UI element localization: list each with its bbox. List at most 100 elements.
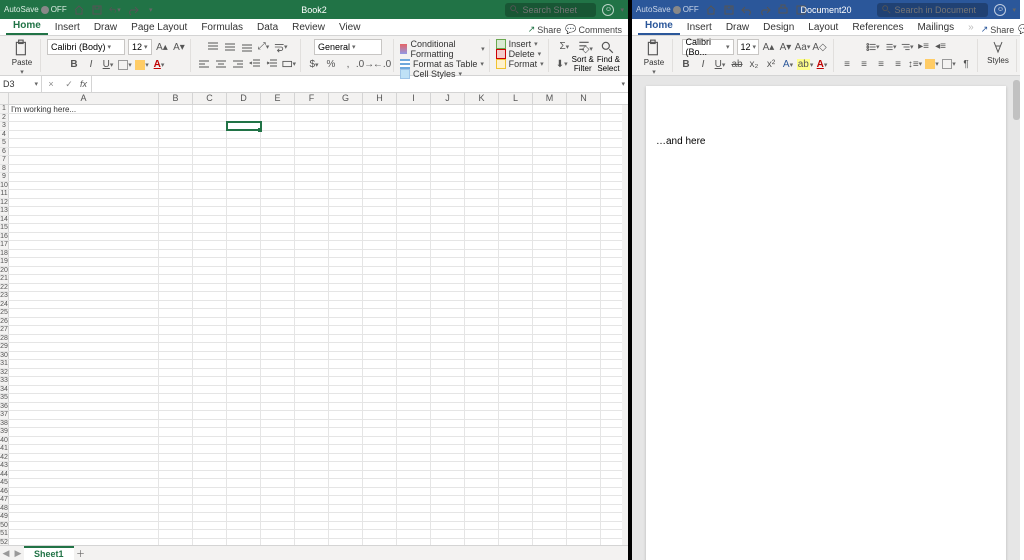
cell-G39[interactable] — [329, 428, 363, 436]
cell-L43[interactable] — [499, 462, 533, 470]
cell-D13[interactable] — [227, 207, 261, 215]
cell-H15[interactable] — [363, 224, 397, 232]
cell-K35[interactable] — [465, 394, 499, 402]
row-header[interactable]: 25 — [0, 309, 9, 317]
cell-A16[interactable] — [9, 233, 159, 241]
cell-D24[interactable] — [227, 301, 261, 309]
cell-N12[interactable] — [567, 199, 601, 207]
cell-A48[interactable] — [9, 505, 159, 513]
cell-N30[interactable] — [567, 352, 601, 360]
cell-B17[interactable] — [159, 241, 193, 249]
cell-C45[interactable] — [193, 479, 227, 487]
cell-I17[interactable] — [397, 241, 431, 249]
cell-E7[interactable] — [261, 156, 295, 164]
cell-G7[interactable] — [329, 156, 363, 164]
cell-M7[interactable] — [533, 156, 567, 164]
cell-F51[interactable] — [295, 530, 329, 538]
cell-D43[interactable] — [227, 462, 261, 470]
cell-B37[interactable] — [159, 411, 193, 419]
cell-N49[interactable] — [567, 513, 601, 521]
cell-G36[interactable] — [329, 403, 363, 411]
cell-G29[interactable] — [329, 343, 363, 351]
cell-N26[interactable] — [567, 318, 601, 326]
cell-D35[interactable] — [227, 394, 261, 402]
cell-A30[interactable] — [9, 352, 159, 360]
percent-icon[interactable]: % — [324, 58, 338, 72]
cell-A43[interactable] — [9, 462, 159, 470]
multilevel-icon[interactable]: ▾ — [900, 40, 914, 54]
cell-L18[interactable] — [499, 250, 533, 258]
row-header[interactable]: 48 — [0, 505, 9, 513]
row-header[interactable]: 13 — [0, 207, 9, 215]
cell-D31[interactable] — [227, 360, 261, 368]
cell-H47[interactable] — [363, 496, 397, 504]
cell-B51[interactable] — [159, 530, 193, 538]
cell-K3[interactable] — [465, 122, 499, 130]
cell-F39[interactable] — [295, 428, 329, 436]
cell-C32[interactable] — [193, 369, 227, 377]
cell-N16[interactable] — [567, 233, 601, 241]
cell-N47[interactable] — [567, 496, 601, 504]
redo-icon[interactable] — [759, 4, 771, 16]
accept-formula-icon[interactable]: ✓ — [60, 79, 78, 90]
cell-M19[interactable] — [533, 258, 567, 266]
cell-E23[interactable] — [261, 292, 295, 300]
align-right-icon[interactable]: ≡ — [874, 57, 888, 71]
cell-M46[interactable] — [533, 488, 567, 496]
cell-D6[interactable] — [227, 148, 261, 156]
row-header[interactable]: 49 — [0, 513, 9, 521]
cell-E50[interactable] — [261, 522, 295, 530]
cell-D49[interactable] — [227, 513, 261, 521]
cell-J14[interactable] — [431, 216, 465, 224]
cell-L16[interactable] — [499, 233, 533, 241]
cell-I30[interactable] — [397, 352, 431, 360]
cell-M10[interactable] — [533, 182, 567, 190]
cell-H46[interactable] — [363, 488, 397, 496]
cell-A3[interactable] — [9, 122, 159, 130]
row-header[interactable]: 23 — [0, 292, 9, 300]
cell-G27[interactable] — [329, 326, 363, 334]
cell-F4[interactable] — [295, 131, 329, 139]
cell-J6[interactable] — [431, 148, 465, 156]
cell-M34[interactable] — [533, 386, 567, 394]
cell-F33[interactable] — [295, 377, 329, 385]
cell-M21[interactable] — [533, 275, 567, 283]
cell-L32[interactable] — [499, 369, 533, 377]
paste-button[interactable]: Paste▾ — [8, 39, 36, 76]
cell-D37[interactable] — [227, 411, 261, 419]
cell-L17[interactable] — [499, 241, 533, 249]
cell-E13[interactable] — [261, 207, 295, 215]
cell-H19[interactable] — [363, 258, 397, 266]
cell-L20[interactable] — [499, 267, 533, 275]
cell-C36[interactable] — [193, 403, 227, 411]
cell-B26[interactable] — [159, 318, 193, 326]
cell-N41[interactable] — [567, 445, 601, 453]
cell-I2[interactable] — [397, 114, 431, 122]
cell-M30[interactable] — [533, 352, 567, 360]
cell-H41[interactable] — [363, 445, 397, 453]
cell-B40[interactable] — [159, 437, 193, 445]
row-header[interactable]: 18 — [0, 250, 9, 258]
cell-G20[interactable] — [329, 267, 363, 275]
cell-K17[interactable] — [465, 241, 499, 249]
border-button[interactable]: ▾ — [118, 58, 132, 72]
align-right-icon[interactable] — [231, 57, 245, 71]
cell-F45[interactable] — [295, 479, 329, 487]
cell-B10[interactable] — [159, 182, 193, 190]
cell-I13[interactable] — [397, 207, 431, 215]
cell-J8[interactable] — [431, 165, 465, 173]
cell-M44[interactable] — [533, 471, 567, 479]
cell-N43[interactable] — [567, 462, 601, 470]
cell-I8[interactable] — [397, 165, 431, 173]
cell-I32[interactable] — [397, 369, 431, 377]
cell-N19[interactable] — [567, 258, 601, 266]
cell-B42[interactable] — [159, 454, 193, 462]
feedback-icon[interactable]: ☺ — [994, 4, 1006, 16]
underline-button[interactable]: U▾ — [713, 58, 727, 72]
tab-data[interactable]: Data — [250, 20, 285, 35]
cell-M20[interactable] — [533, 267, 567, 275]
cell-H9[interactable] — [363, 173, 397, 181]
cell-I42[interactable] — [397, 454, 431, 462]
cell-D7[interactable] — [227, 156, 261, 164]
cell-G30[interactable] — [329, 352, 363, 360]
